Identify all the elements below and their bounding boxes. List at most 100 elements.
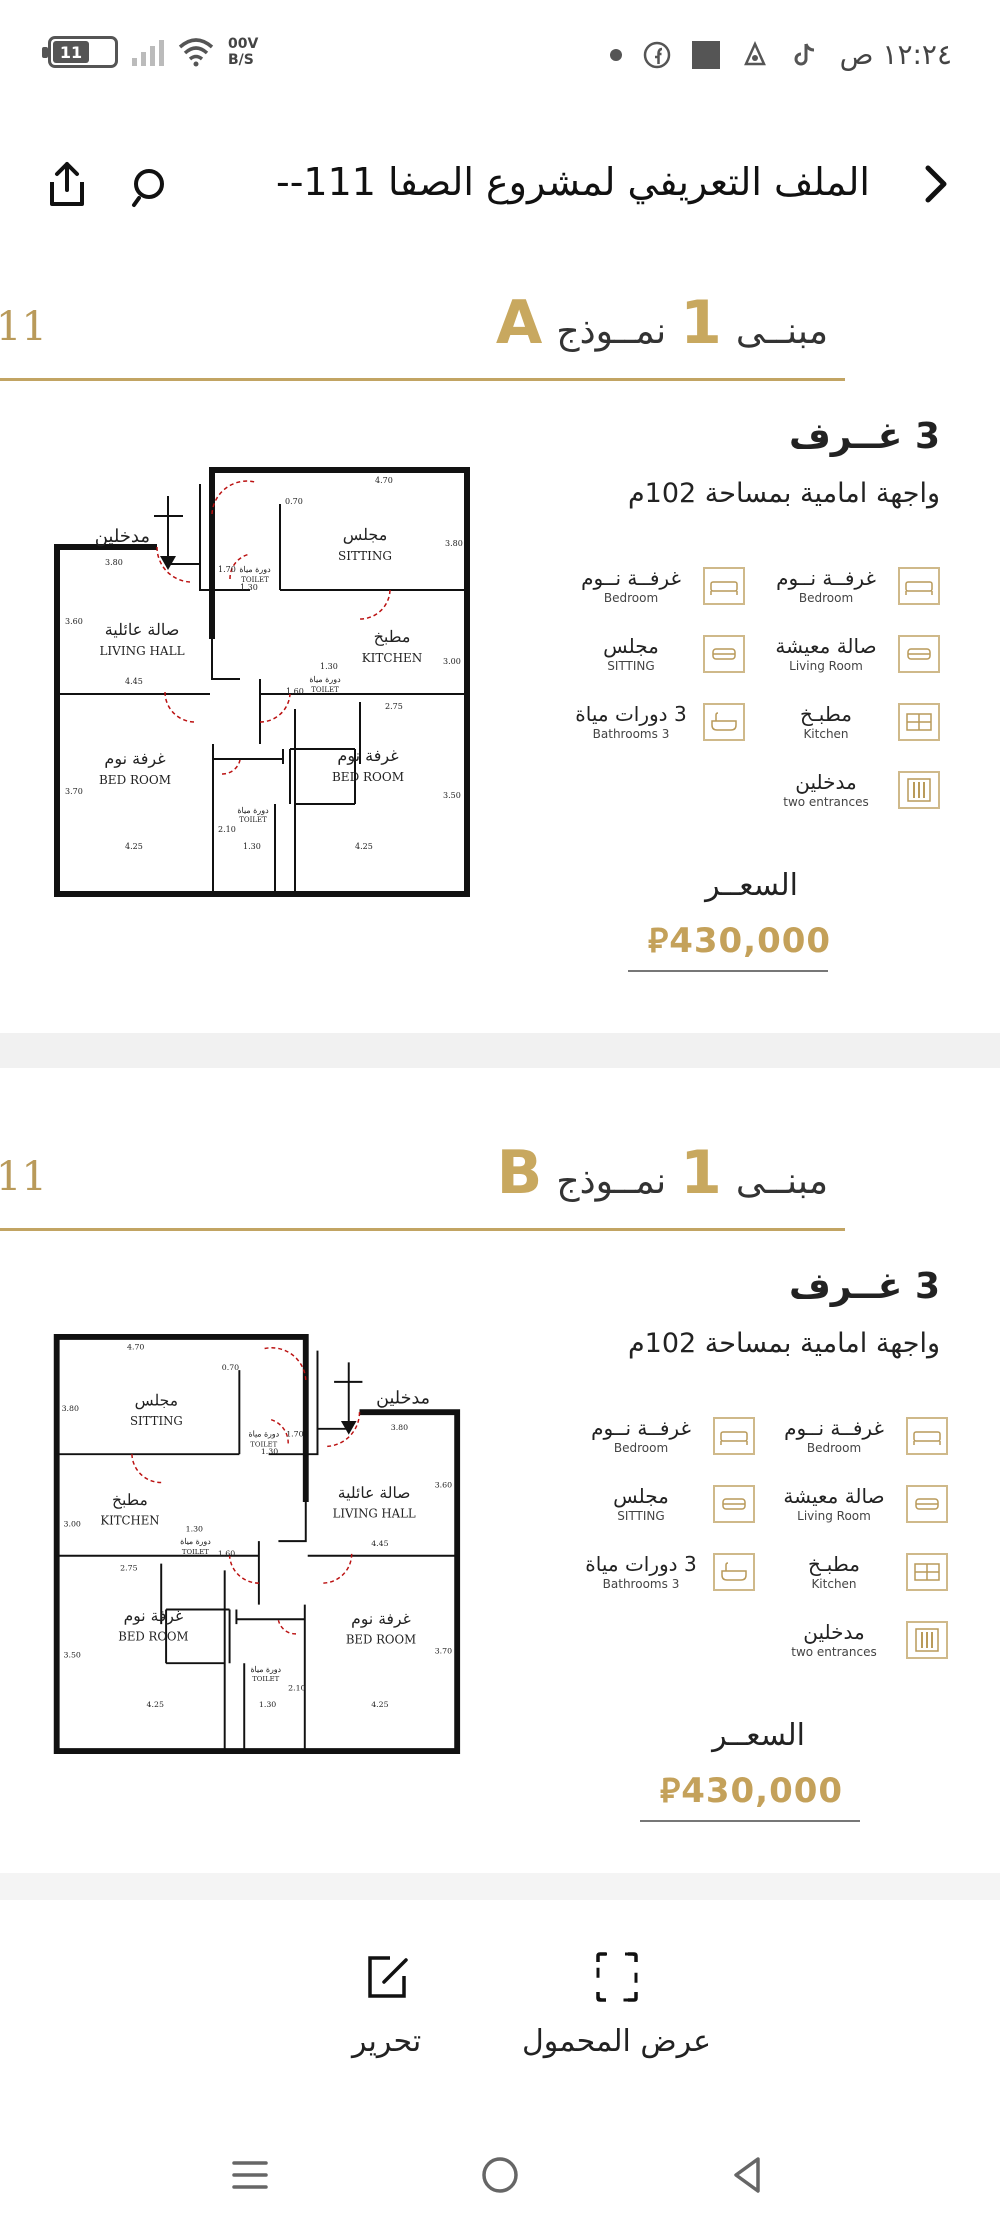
room-label: LIVING HALL — [99, 644, 184, 658]
feature-label-ar: 3 دورات مياة — [585, 1552, 697, 1576]
room-label: SITTING — [130, 1414, 183, 1428]
feature-living-room: صالة معيشة Living Room — [774, 1484, 948, 1524]
room-label: TOILET — [311, 686, 339, 694]
page-separator — [0, 1033, 1000, 1068]
feature-bedroom: غرفــة نــوم Bedroom — [581, 1416, 755, 1456]
wifi-icon — [178, 38, 214, 67]
room-label: دورة مياة — [248, 1430, 279, 1439]
feature-label-ar: صالة معيشة — [775, 634, 877, 658]
room-label: LIVING HALL — [333, 1507, 416, 1521]
system-nav-bar — [0, 2120, 1000, 2230]
building-number: 1 — [680, 1138, 722, 1208]
room-label: مطبخ — [374, 627, 411, 646]
gold-divider — [0, 1228, 845, 1231]
dimension-label: 3.80 — [105, 558, 123, 567]
feature-bedroom: غرفــة نــوم Bedroom — [774, 1416, 948, 1456]
riyal-symbol-icon: ⃁ — [648, 921, 670, 961]
dimension-label: 4.25 — [147, 1700, 164, 1709]
dimension-label: 2.10 — [218, 825, 236, 834]
edit-label: تحرير — [352, 2024, 422, 2059]
home-icon[interactable] — [470, 2145, 530, 2205]
feature-label-ar: مطبـخ — [808, 1552, 860, 1576]
feature-label-ar: غرفــة نــوم — [591, 1416, 691, 1440]
mobile-view-button[interactable]: عرض المحمول — [522, 1950, 711, 2059]
dimension-label: 2.10 — [288, 1684, 305, 1693]
floor-plan-b: مدخلين مجلس SITTING صالة عائلية LIVING H… — [53, 1334, 461, 1755]
page-edge-number: 11 — [0, 304, 47, 350]
battery-level: 11 — [53, 41, 89, 63]
notification-dot-icon — [609, 48, 622, 61]
dimension-label: 4.70 — [127, 1343, 144, 1352]
dimension-label: 4.70 — [375, 476, 393, 485]
feature-entrances: مدخلين two entrances — [774, 1620, 948, 1660]
document-page: 11 مبنــى 1 نمــوذج B 3 غــرف واجهة امام… — [0, 1068, 1000, 1873]
dimension-label: 3.70 — [435, 1646, 452, 1655]
room-label: دورة مياة — [239, 565, 271, 574]
dimension-label: 3.50 — [64, 1650, 81, 1659]
bed-icon — [898, 567, 940, 605]
back-icon[interactable] — [718, 2145, 778, 2205]
model-title: مبنــى 1 نمــوذج B — [497, 1138, 828, 1208]
room-label: TOILET — [182, 1548, 209, 1556]
dimension-label: 4.25 — [125, 842, 143, 851]
model-title: مبنــى 1 نمــوذج A — [496, 288, 828, 358]
room-label: غرفة نوم — [351, 1610, 411, 1628]
dimension-label: 1.30 — [186, 1524, 203, 1533]
bathtub-icon — [713, 1553, 755, 1591]
dimension-label: 0.70 — [285, 497, 303, 506]
dimension-label: 4.45 — [125, 677, 143, 686]
dimension-label: 1.30 — [240, 583, 258, 592]
dimension-label: 1.70 — [286, 1430, 303, 1439]
dimension-label: 4.25 — [371, 1700, 388, 1709]
feature-label-en: Kitchen — [803, 727, 849, 741]
dimension-label: 3.00 — [64, 1519, 81, 1528]
rooms-count: 3 غــرف — [788, 1266, 940, 1307]
feature-label-en: Living Room — [789, 659, 863, 673]
price-label: السعــر — [705, 868, 798, 903]
room-label: مجلس — [343, 525, 388, 544]
back-chevron-icon[interactable] — [912, 160, 960, 208]
entrance-label: مدخلين — [376, 1388, 430, 1408]
edit-button[interactable]: تحرير — [352, 1950, 421, 2059]
room-label: غرفة نوم — [124, 1607, 184, 1625]
dimension-label: 4.45 — [371, 1539, 388, 1548]
facade-area: واجهة امامية بمساحة 102م — [627, 1328, 940, 1359]
feature-label-ar: مجلس — [613, 1484, 669, 1508]
model-word: نمــوذج — [556, 311, 667, 352]
mobile-view-label: عرض المحمول — [522, 2024, 712, 2059]
feature-bathrooms: 3 دورات مياة 3 Bathrooms — [581, 1552, 755, 1592]
document-title: الملف التعريفي لمشروع الصفا 111-- — [275, 160, 870, 204]
feature-label-en: Bedroom — [613, 1441, 669, 1455]
dimension-label: 1.70 — [218, 565, 236, 574]
floor-plan-a: مدخلين مجلس SITTING صالة عائلية LIVING H… — [54, 467, 470, 897]
facebook-icon — [643, 41, 670, 68]
price-label: السعــر — [712, 1718, 805, 1753]
bed-icon — [703, 567, 745, 605]
dimension-label: 0.70 — [222, 1363, 239, 1372]
bathtub-icon — [703, 703, 745, 741]
signal-icon — [132, 38, 164, 66]
room-label: مطبخ — [112, 1491, 148, 1509]
feature-bedroom: غرفــة نــوم Bedroom — [571, 566, 745, 606]
room-label: دورة مياة — [180, 1537, 211, 1546]
room-label: دورة مياة — [237, 806, 269, 815]
dimension-label: 3.60 — [65, 617, 83, 626]
room-label: KITCHEN — [100, 1514, 159, 1528]
building-word: مبنــى — [735, 311, 828, 352]
feature-label-en: 3 Bathrooms — [602, 1577, 680, 1591]
feature-living-room: صالة معيشة Living Room — [766, 634, 940, 674]
price-underline — [628, 970, 828, 972]
share-icon[interactable] — [44, 160, 90, 210]
doors-icon — [898, 771, 940, 809]
recent-apps-icon[interactable] — [220, 2145, 280, 2205]
clock: ١٢:٢٤ ص — [839, 38, 952, 71]
dimension-label: 1.30 — [261, 1447, 278, 1456]
network-speed-value: 00V — [228, 36, 259, 52]
room-label: مجلس — [135, 1391, 179, 1409]
dimension-label: 3.80 — [391, 1423, 408, 1432]
dimension-label: 3.60 — [435, 1480, 452, 1489]
doors-icon — [906, 1621, 948, 1659]
search-icon[interactable] — [130, 165, 174, 209]
model-letter: B — [496, 1138, 543, 1208]
building-word: مبنــى — [735, 1161, 828, 1202]
